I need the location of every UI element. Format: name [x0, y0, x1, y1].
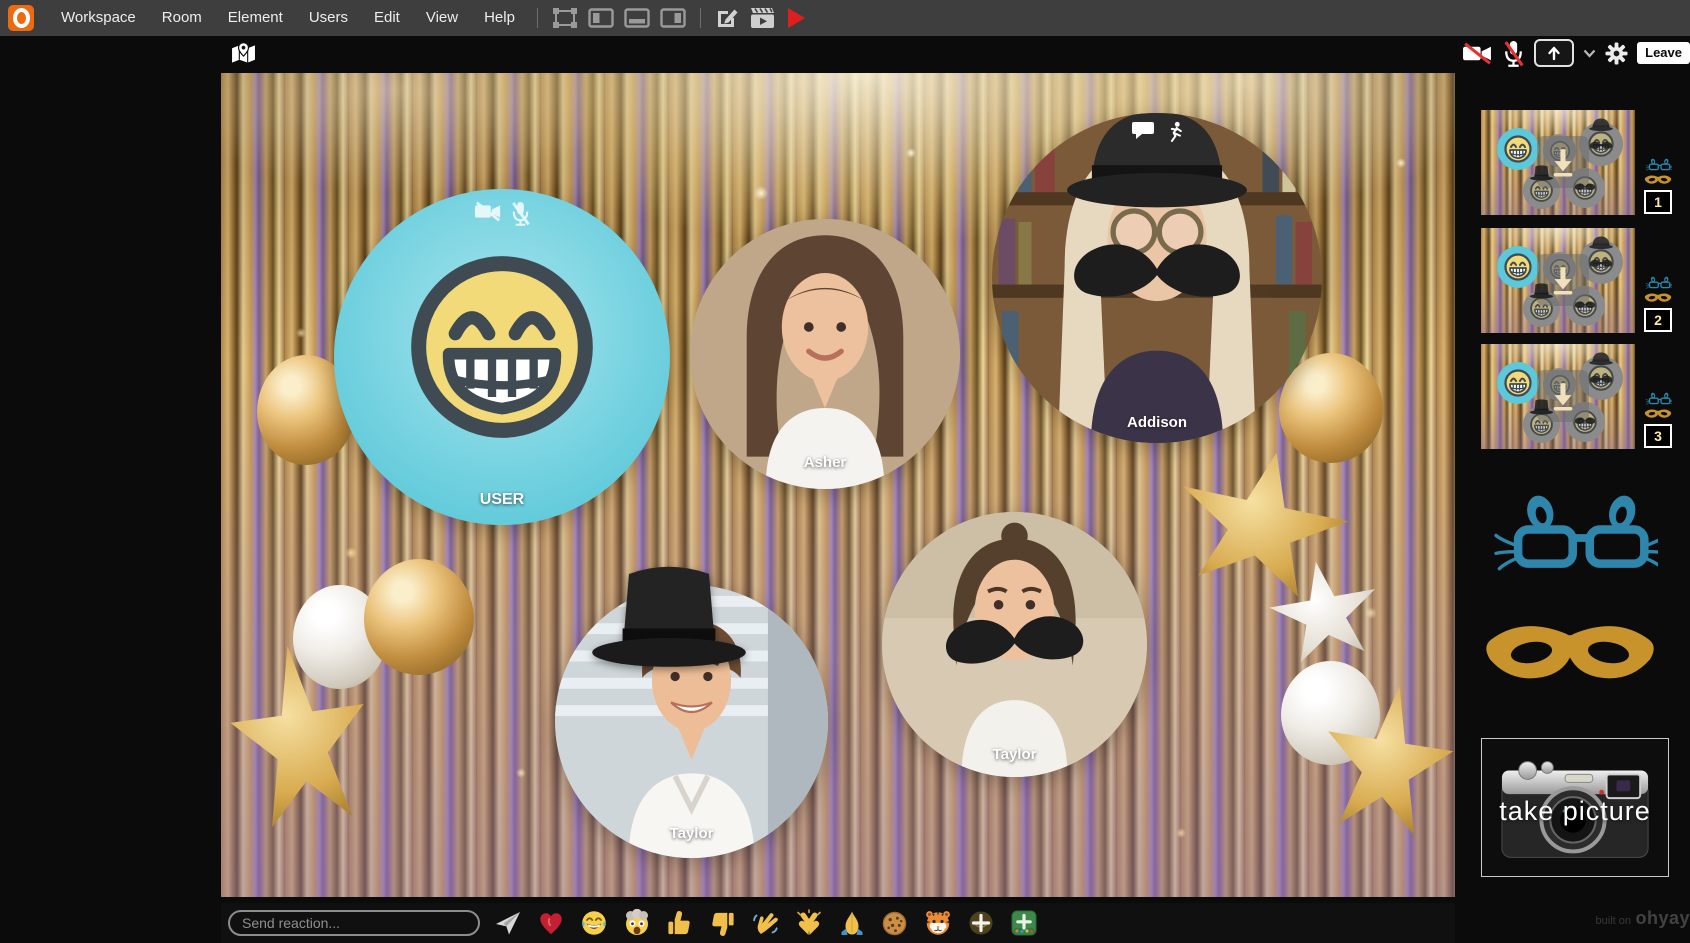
menu-edit[interactable]: Edit	[361, 0, 413, 36]
snapshot-number: 2	[1644, 308, 1672, 332]
participant-asher[interactable]: Asher	[690, 219, 960, 489]
masquerade-mask-icon	[1644, 407, 1672, 420]
clapping-hands-emoji[interactable]	[793, 908, 824, 939]
top-hat-prop[interactable]	[581, 558, 757, 670]
runner-icon	[1170, 121, 1182, 142]
send-reaction-input[interactable]	[228, 910, 480, 936]
camera-off-icon	[474, 201, 502, 222]
transform-icon[interactable]	[547, 0, 583, 36]
snapshot-row-3[interactable]: 3	[1481, 344, 1676, 450]
participant-addison[interactable]: Addison	[992, 113, 1322, 443]
snapshot-props: 1	[1641, 158, 1675, 214]
bunny-glasses-icon	[1644, 158, 1672, 173]
asher-video	[690, 219, 960, 489]
reaction-bar	[221, 903, 1455, 943]
scenes-icon[interactable]	[744, 0, 781, 36]
masquerade-mask-icon	[1644, 173, 1672, 186]
add-emoji-button[interactable]	[1008, 908, 1039, 939]
participant-name: Addison	[1127, 414, 1187, 431]
snapshot-thumbnail[interactable]	[1481, 228, 1635, 333]
settings-gear-icon[interactable]	[1605, 41, 1628, 65]
participant-name: USER	[479, 491, 525, 508]
participant-name: Taylor	[992, 746, 1037, 763]
panel-bottom-icon[interactable]	[619, 0, 655, 36]
menu-help[interactable]: Help	[471, 0, 528, 36]
taylor-video	[882, 512, 1147, 777]
grin-emoji-avatar	[402, 247, 602, 447]
participant-name: Asher	[803, 454, 847, 471]
take-picture-button[interactable]: take picture	[1481, 738, 1669, 877]
share-screen-button[interactable]	[1534, 39, 1575, 67]
bunny-glasses-prop[interactable]	[1484, 488, 1658, 588]
bunny-glasses-icon	[1644, 392, 1672, 407]
masquerade-mask-prop[interactable]	[1481, 612, 1659, 691]
exploding-head-emoji[interactable]	[621, 908, 652, 939]
send-reaction-icon[interactable]	[492, 908, 523, 939]
heart-icon[interactable]	[535, 908, 566, 939]
divider	[536, 8, 538, 28]
call-controls: Leave	[1462, 39, 1690, 67]
participant-taylor-2[interactable]: Taylor	[882, 512, 1147, 777]
laughing-emoji[interactable]	[578, 908, 609, 939]
built-on-ohyay: built on ohyay	[1595, 908, 1690, 928]
panel-right-icon[interactable]	[655, 0, 691, 36]
mic-off-icon[interactable]	[1502, 40, 1525, 67]
menu-workspace[interactable]: Workspace	[48, 0, 149, 36]
panel-left-icon[interactable]	[583, 0, 619, 36]
chat-bubble-icon	[1132, 122, 1154, 139]
divider	[699, 8, 701, 28]
snapshot-thumbnail[interactable]	[1481, 344, 1635, 449]
participant-user[interactable]: USER	[334, 189, 670, 525]
menu-room[interactable]: Room	[149, 0, 215, 36]
ohyay-logo-icon[interactable]	[8, 5, 34, 31]
masquerade-mask-icon	[1644, 291, 1672, 304]
thumbs-up-emoji[interactable]	[664, 908, 695, 939]
chevron-down-icon[interactable]	[1583, 49, 1596, 58]
snapshot-row-2[interactable]: 2	[1481, 228, 1676, 334]
gold-balloon	[364, 559, 474, 675]
room-stage: USER Asher Addison Taylor Taylor	[221, 73, 1455, 897]
snapshot-number: 1	[1644, 190, 1672, 214]
leave-button[interactable]: Leave	[1637, 42, 1690, 64]
snapshot-row-1[interactable]: 1	[1481, 110, 1676, 216]
record-icon[interactable]	[781, 0, 811, 36]
menu-element[interactable]: Element	[215, 0, 296, 36]
menu-view[interactable]: View	[413, 0, 471, 36]
tiger-face-emoji[interactable]	[922, 908, 953, 939]
menu-bar: Workspace Room Element Users Edit View H…	[0, 0, 1690, 36]
participant-name: Taylor	[669, 825, 714, 842]
snapshot-props: 2	[1641, 276, 1675, 332]
cookie-emoji[interactable]	[879, 908, 910, 939]
snapshot-number: 3	[1644, 424, 1672, 448]
camera-off-icon[interactable]	[1462, 41, 1493, 65]
compose-icon[interactable]	[710, 0, 744, 36]
map-icon[interactable]	[231, 41, 256, 70]
snapshot-props: 3	[1641, 392, 1675, 448]
add-reaction-button[interactable]	[965, 908, 996, 939]
bunny-glasses-icon	[1644, 276, 1672, 291]
thumbs-down-emoji[interactable]	[707, 908, 738, 939]
take-picture-label: take picture	[1499, 796, 1651, 826]
mic-off-icon	[511, 201, 530, 226]
folded-hands-emoji[interactable]	[836, 908, 867, 939]
waving-hand-emoji[interactable]	[750, 908, 781, 939]
snapshot-thumbnail[interactable]	[1481, 110, 1635, 215]
menu-users[interactable]: Users	[296, 0, 361, 36]
addison-video	[992, 113, 1322, 443]
